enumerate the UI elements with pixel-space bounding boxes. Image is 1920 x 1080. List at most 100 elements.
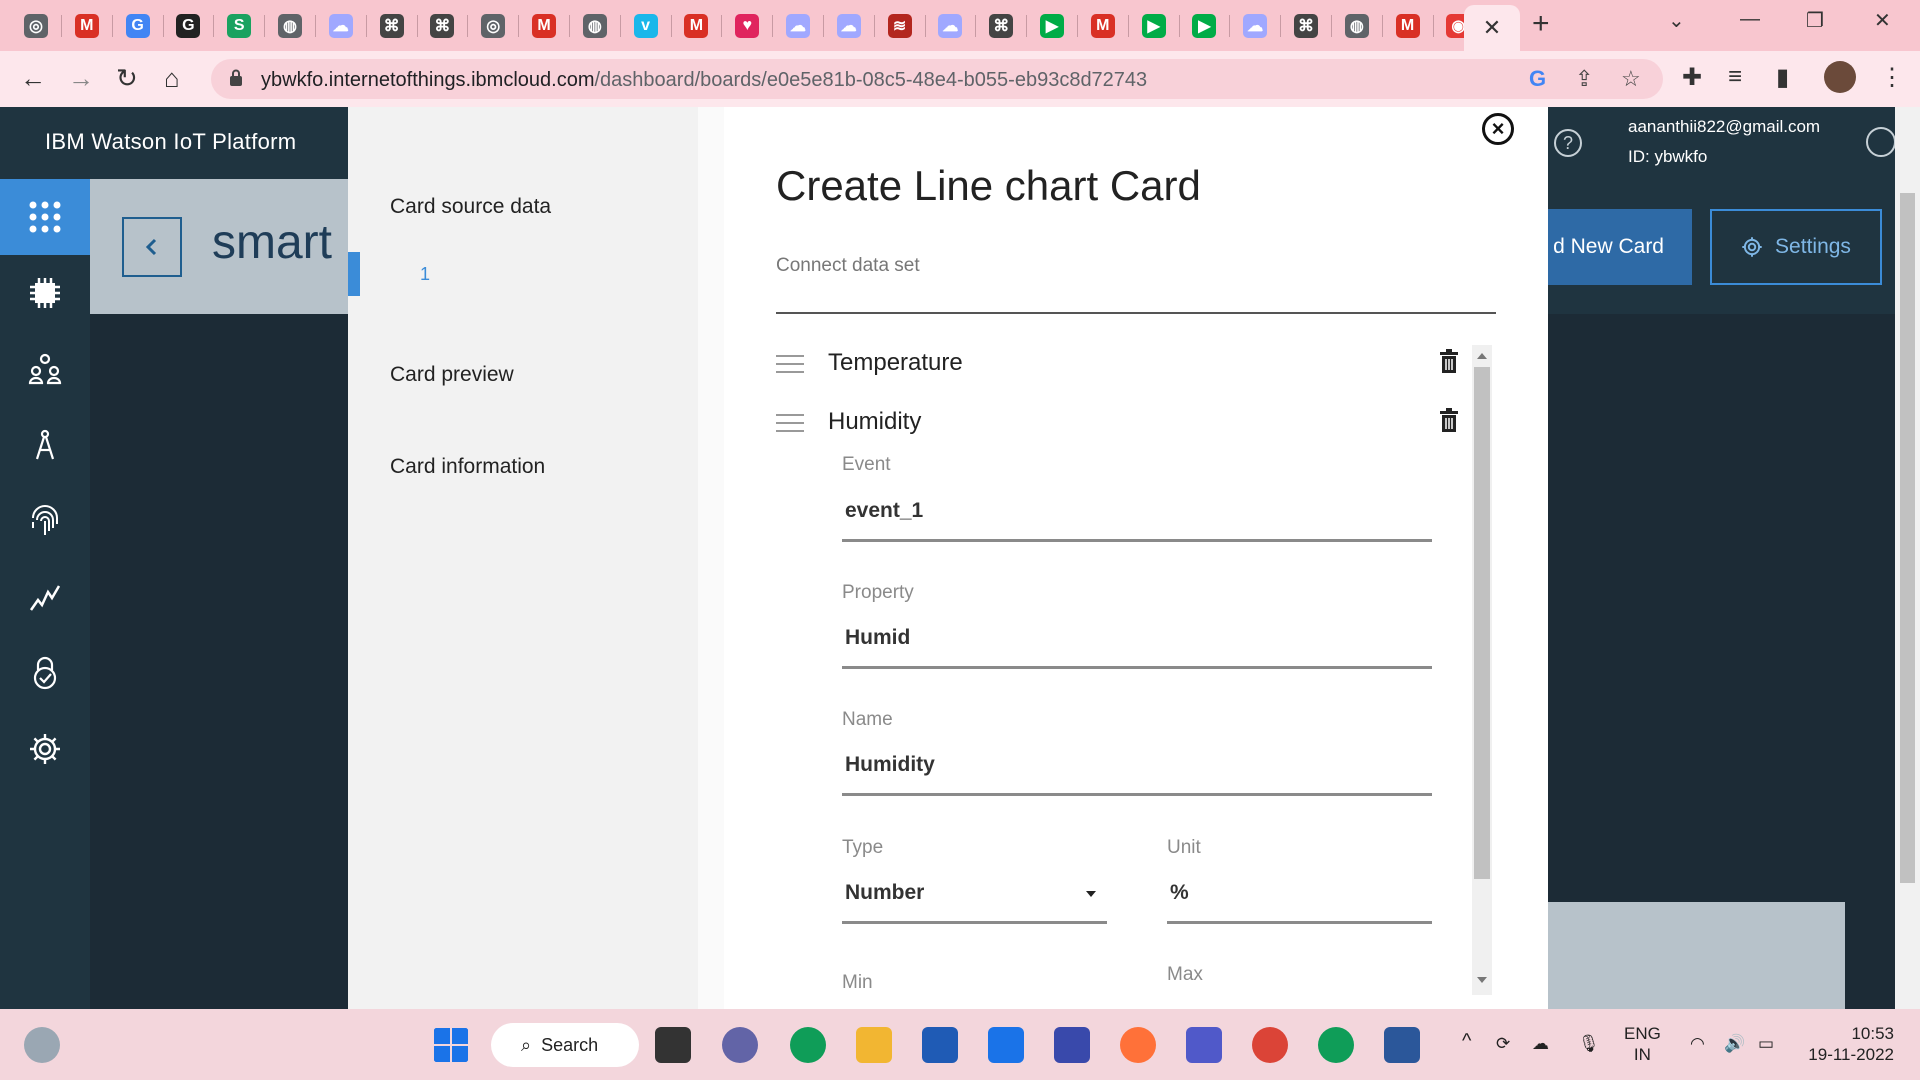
- volume-icon[interactable]: 🔊: [1724, 1033, 1745, 1054]
- share-icon[interactable]: ⇪: [1575, 66, 1593, 92]
- media-queue-icon[interactable]: ≡: [1728, 63, 1742, 91]
- browser-tab[interactable]: M: [1079, 7, 1127, 45]
- chrome-icon[interactable]: [1252, 1027, 1288, 1063]
- scroll-up-icon[interactable]: [1477, 353, 1487, 359]
- url-text[interactable]: ybwkfo.internetofthings.ibmcloud.com/das…: [261, 69, 1147, 92]
- close-dialog-icon[interactable]: ×: [1482, 113, 1514, 145]
- browser-tab[interactable]: v: [622, 7, 670, 45]
- browser-tab[interactable]: ≋: [876, 7, 924, 45]
- dataset-name[interactable]: Humidity: [828, 408, 921, 436]
- browser-tab[interactable]: M: [520, 7, 568, 45]
- sync-icon[interactable]: ⟳: [1496, 1033, 1510, 1054]
- browser-tab[interactable]: G: [164, 7, 212, 45]
- browser-tab[interactable]: ◍: [571, 7, 619, 45]
- page-scrollbar-thumb[interactable]: [1900, 193, 1915, 883]
- store-icon[interactable]: [922, 1027, 958, 1063]
- taskbar-search[interactable]: ⌕ Search: [491, 1023, 639, 1067]
- name-field[interactable]: Humidity: [845, 753, 935, 777]
- page-scrollbar[interactable]: [1895, 107, 1920, 1009]
- property-field[interactable]: Humid: [845, 626, 910, 650]
- browser-tab[interactable]: ☁: [1231, 7, 1279, 45]
- browser-tab[interactable]: M: [1384, 7, 1432, 45]
- language-indicator[interactable]: ENG IN: [1624, 1023, 1661, 1065]
- board-back-button[interactable]: [122, 217, 182, 277]
- event-field[interactable]: event_1: [845, 499, 923, 523]
- side-panel-icon[interactable]: ▮: [1776, 63, 1789, 92]
- browser-tab[interactable]: ◎: [12, 7, 60, 45]
- mail-icon[interactable]: [988, 1027, 1024, 1063]
- dataset-row[interactable]: Humidity: [776, 406, 1458, 446]
- browser-tab[interactable]: ⌘: [368, 7, 416, 45]
- user-account-icon[interactable]: [1866, 127, 1896, 157]
- tab-search-icon[interactable]: ⌄: [1668, 8, 1685, 33]
- bookmark-star-icon[interactable]: ☆: [1621, 66, 1641, 92]
- browser-tab[interactable]: S: [215, 7, 263, 45]
- sidebar-item-security[interactable]: [0, 483, 90, 559]
- chevron-down-icon[interactable]: [1086, 891, 1096, 897]
- task-view-icon[interactable]: [655, 1027, 691, 1063]
- browser-tab[interactable]: ☁: [926, 7, 974, 45]
- active-tab[interactable]: ✕: [1464, 5, 1520, 51]
- sidebar-item-settings[interactable]: [0, 711, 90, 787]
- microphone-icon[interactable]: 🎙: [1578, 1033, 1600, 1054]
- browser-tab[interactable]: ⌘: [418, 7, 466, 45]
- chat-icon[interactable]: [722, 1027, 758, 1063]
- home-icon[interactable]: ⌂: [164, 61, 180, 95]
- word-icon[interactable]: [1384, 1027, 1420, 1063]
- sidebar-item-risk[interactable]: [0, 635, 90, 711]
- onedrive-icon[interactable]: ☁: [1532, 1033, 1549, 1054]
- chrome-profile-icon[interactable]: [1318, 1027, 1354, 1063]
- wifi-icon[interactable]: ◠: [1690, 1033, 1705, 1054]
- delete-trash-icon[interactable]: [1440, 349, 1458, 373]
- unit-field[interactable]: %: [1170, 881, 1189, 905]
- file-explorer-icon[interactable]: [856, 1027, 892, 1063]
- edge-icon[interactable]: [790, 1027, 826, 1063]
- step-card-preview[interactable]: Card preview: [390, 363, 514, 387]
- profile-avatar[interactable]: [1824, 61, 1856, 93]
- windows-start-icon[interactable]: [433, 1027, 469, 1063]
- minimize-icon[interactable]: —: [1740, 8, 1760, 31]
- teams-icon[interactable]: [1186, 1027, 1222, 1063]
- drag-handle-icon[interactable]: [776, 414, 804, 432]
- delete-trash-icon[interactable]: [1440, 408, 1458, 432]
- show-hidden-icons-icon[interactable]: ^: [1462, 1031, 1471, 1052]
- close-tab-icon[interactable]: ✕: [1483, 15, 1501, 41]
- browser-tab[interactable]: ♥: [723, 7, 771, 45]
- browser-tab[interactable]: ▶: [1028, 7, 1076, 45]
- browser-tab[interactable]: ▶: [1180, 7, 1228, 45]
- firefox-icon[interactable]: [1120, 1027, 1156, 1063]
- browser-tab[interactable]: M: [672, 7, 720, 45]
- browser-tab[interactable]: ⌘: [977, 7, 1025, 45]
- sidebar-item-members[interactable]: [0, 331, 90, 407]
- add-new-card-button[interactable]: d New Card: [1548, 209, 1692, 285]
- pen-app-icon[interactable]: [1054, 1027, 1090, 1063]
- forward-arrow-icon[interactable]: →: [68, 61, 94, 95]
- browser-menu-icon[interactable]: ⋮: [1880, 63, 1904, 92]
- sidebar-item-apps-compass[interactable]: [0, 407, 90, 483]
- restore-icon[interactable]: ❐: [1806, 8, 1824, 33]
- browser-tab[interactable]: ▶: [1130, 7, 1178, 45]
- sidebar-item-analytics[interactable]: [0, 559, 90, 635]
- step-card-information[interactable]: Card information: [390, 455, 545, 479]
- address-bar[interactable]: ybwkfo.internetofthings.ibmcloud.com/das…: [211, 59, 1663, 99]
- browser-tab[interactable]: ◍: [266, 7, 314, 45]
- new-tab-button[interactable]: +: [1532, 9, 1550, 39]
- back-arrow-icon[interactable]: ←: [20, 61, 46, 95]
- browser-tab[interactable]: ☁: [774, 7, 822, 45]
- type-select[interactable]: Number: [845, 881, 924, 905]
- help-icon[interactable]: ?: [1554, 129, 1582, 157]
- weather-widget-icon[interactable]: [24, 1027, 60, 1063]
- dataset-name[interactable]: Temperature: [828, 349, 963, 377]
- step-card-source-data[interactable]: Card source data: [390, 195, 551, 219]
- window-close-icon[interactable]: ✕: [1874, 8, 1891, 33]
- sidebar-item-apps[interactable]: [0, 179, 90, 255]
- sidebar-item-devices[interactable]: [0, 255, 90, 331]
- dialog-scrollbar[interactable]: [1472, 345, 1492, 995]
- browser-tab[interactable]: G: [114, 7, 162, 45]
- browser-tab[interactable]: ⌘: [1282, 7, 1330, 45]
- drag-handle-icon[interactable]: [776, 355, 804, 373]
- battery-icon[interactable]: ▭: [1758, 1033, 1774, 1054]
- browser-tab[interactable]: ☁: [317, 7, 365, 45]
- browser-tab[interactable]: ☁: [825, 7, 873, 45]
- board-settings-button[interactable]: Settings: [1710, 209, 1882, 285]
